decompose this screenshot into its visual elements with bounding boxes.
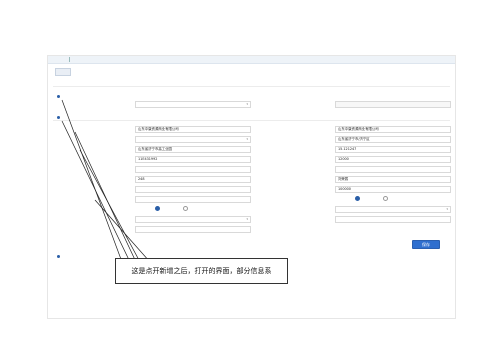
section1-title: [57, 93, 62, 98]
text-field[interactable]: 山东中康资源商业有限公司: [135, 126, 251, 133]
radio-icon: [155, 206, 160, 211]
select-field[interactable]: ▾: [135, 136, 251, 143]
divider: [53, 120, 450, 121]
save-button[interactable]: 保存: [412, 240, 440, 249]
annotation-callout: 这是点开新增之后，打开的界面，部分信息系: [115, 258, 288, 284]
tab-bar: [48, 56, 455, 64]
back-button[interactable]: [55, 68, 71, 76]
text-field[interactable]: 12000: [335, 156, 451, 163]
text-field[interactable]: [335, 216, 451, 223]
text-field[interactable]: 11E431992: [135, 156, 251, 163]
text-field[interactable]: 山东中康资源商业有限公司: [335, 126, 451, 133]
select-field[interactable]: ▾: [135, 216, 251, 223]
readonly-field: [335, 101, 451, 108]
chevron-down-icon: ▾: [246, 217, 248, 221]
radio-option[interactable]: [155, 206, 161, 212]
section2-title: [57, 114, 62, 119]
text-field[interactable]: 248: [135, 176, 251, 183]
section3-title: [57, 253, 62, 258]
text-field[interactable]: 山东省济宁市/济宁区: [335, 136, 451, 143]
type-select[interactable]: ▾: [135, 101, 251, 108]
text-field[interactable]: [135, 166, 251, 173]
text-field[interactable]: 刘荣赛: [335, 176, 451, 183]
radio-icon: [383, 196, 388, 201]
radio-option[interactable]: [355, 196, 361, 202]
text-field[interactable]: 山东省济宁市高工业园: [135, 146, 251, 153]
radio-icon: [183, 206, 188, 211]
text-field[interactable]: [335, 166, 451, 173]
text-field[interactable]: [135, 196, 251, 203]
radio-option[interactable]: [183, 206, 189, 212]
text-field[interactable]: [135, 226, 251, 233]
section-dot-icon: [57, 115, 60, 119]
radio-option[interactable]: [383, 196, 389, 202]
tab-separator: [69, 57, 70, 62]
chevron-down-icon: ▾: [446, 207, 448, 211]
chevron-down-icon: ▾: [246, 137, 248, 141]
chevron-down-icon: ▾: [246, 102, 248, 106]
select-field[interactable]: ▾: [335, 206, 451, 213]
text-field[interactable]: 15.121247: [335, 146, 451, 153]
section-dot-icon: [57, 254, 60, 258]
section-dot-icon: [57, 94, 60, 98]
text-field[interactable]: [135, 186, 251, 193]
radio-icon: [355, 196, 360, 201]
divider: [53, 86, 450, 87]
text-field[interactable]: 100000: [335, 186, 451, 193]
